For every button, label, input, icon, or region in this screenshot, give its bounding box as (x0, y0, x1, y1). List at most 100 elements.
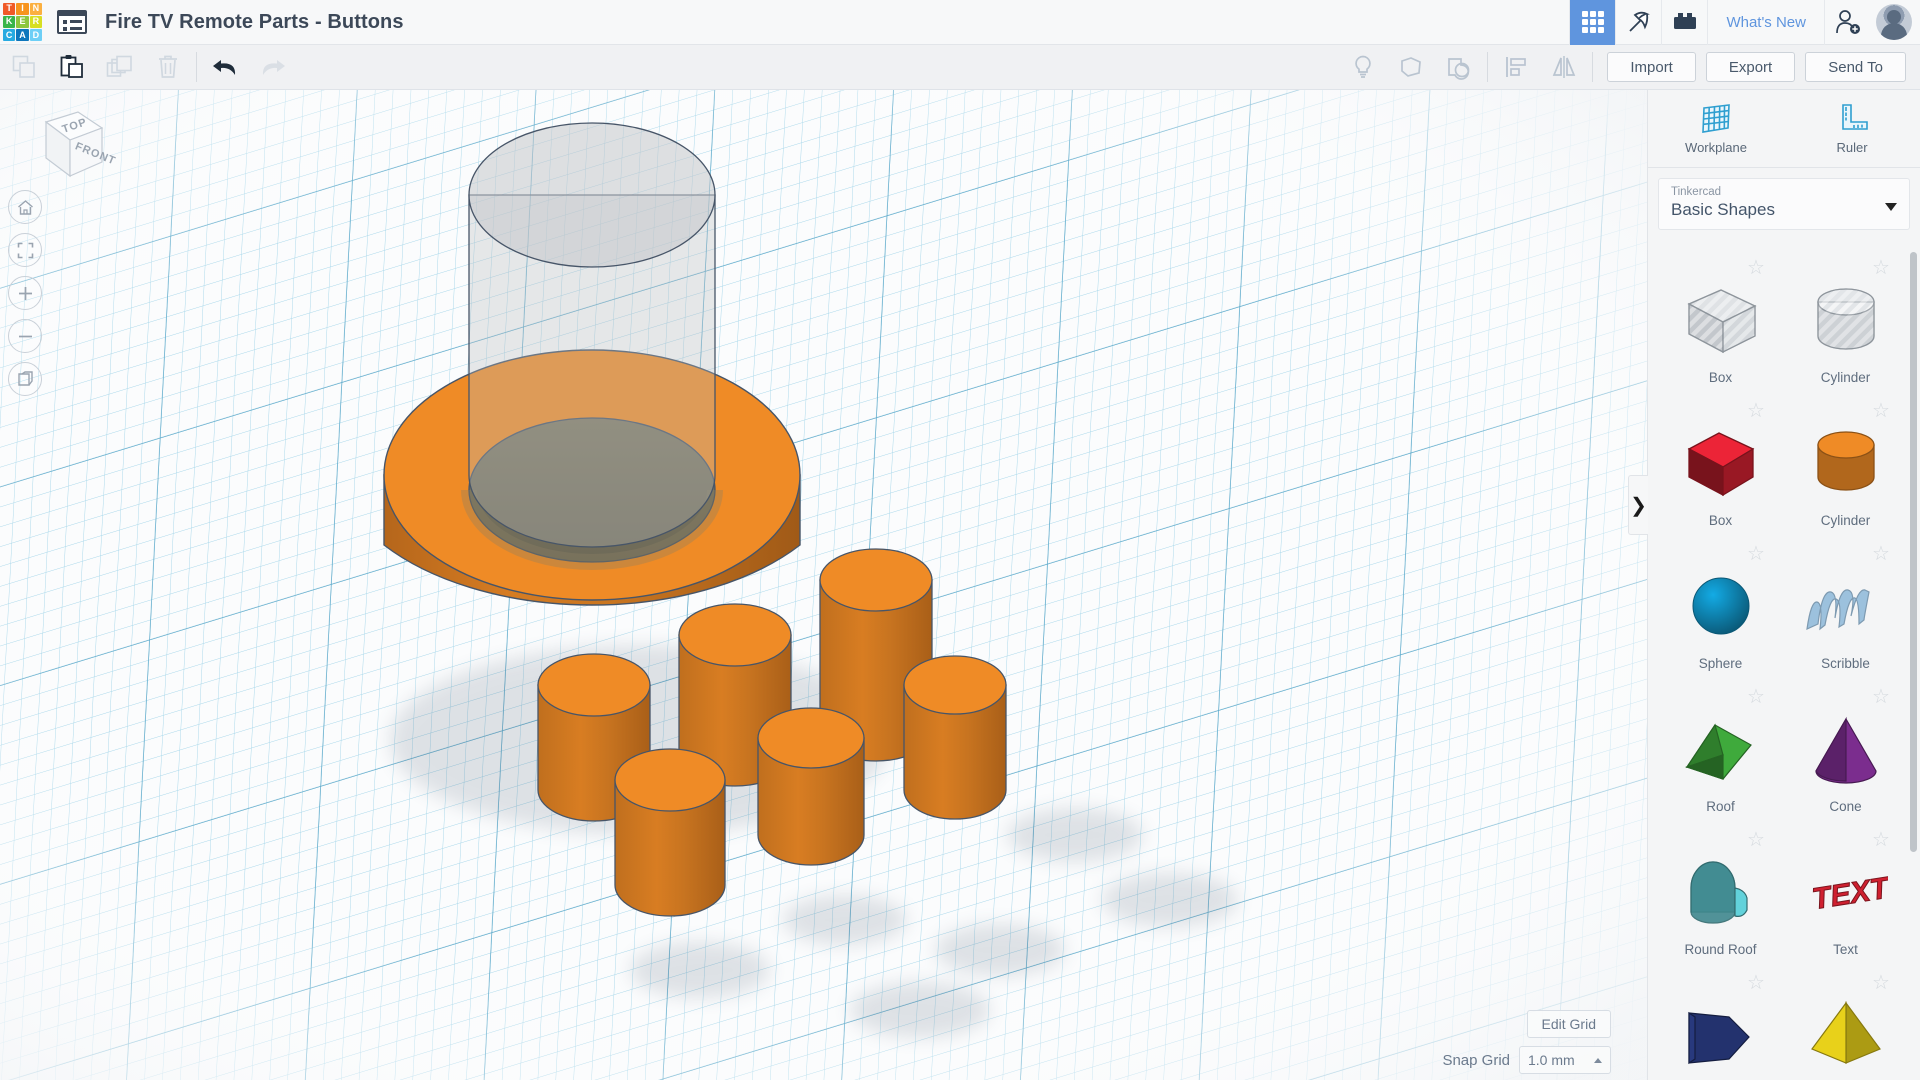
shape-item-pyramid-11[interactable]: ☆ Pyramid (1783, 965, 1908, 1080)
favorite-star-icon[interactable]: ☆ (1747, 830, 1767, 850)
minecraft-button[interactable] (1615, 0, 1661, 45)
shape-item-hole-cylinder-1[interactable]: ☆ Cylinder (1783, 250, 1908, 393)
snap-grid-control: Snap Grid 1.0 mm (1442, 1046, 1611, 1074)
align-icon (1506, 57, 1527, 77)
fit-to-view-icon (17, 242, 33, 258)
sphere-icon (1679, 560, 1763, 652)
shape-library-select[interactable]: Tinkercad Basic Shapes (1658, 178, 1910, 230)
tinkercad-logo[interactable]: TINKERCAD (0, 0, 45, 45)
edit-toolbar: Import Export Send To (0, 45, 1920, 90)
group-button[interactable] (1387, 45, 1435, 89)
add-user-icon (1835, 10, 1860, 34)
align-button[interactable] (1492, 45, 1540, 89)
favorite-star-icon[interactable]: ☆ (1747, 258, 1767, 278)
shape-label: Cylinder (1820, 370, 1871, 385)
favorite-star-icon[interactable]: ☆ (1872, 401, 1892, 421)
shape-item-sphere-4[interactable]: ☆ Sphere (1658, 536, 1783, 679)
shape-item-wedge-10[interactable]: ☆ Wedge (1658, 965, 1783, 1080)
shape-label: Box (1708, 513, 1733, 528)
ruler-icon (1842, 104, 1868, 130)
logo-tile-t-0: T (3, 2, 16, 15)
caret-up-icon (1594, 1057, 1602, 1063)
panel-collapse-toggle[interactable]: ❯ (1628, 475, 1648, 535)
favorite-star-icon[interactable]: ☆ (1872, 544, 1892, 564)
favorite-star-icon[interactable]: ☆ (1747, 687, 1767, 707)
light-button[interactable] (1339, 45, 1387, 89)
home-icon (17, 199, 33, 215)
copy-icon (12, 55, 35, 78)
shape-list[interactable]: ☆ Box ☆ Cylinder ☆ Box ☆ Cylinder ☆ Sphere ☆ … (1648, 244, 1920, 1080)
send-to-button[interactable]: Send To (1805, 52, 1906, 82)
page-title: Fire TV Remote Parts - Buttons (105, 10, 404, 33)
copy-button[interactable] (0, 45, 48, 89)
duplicate-button[interactable] (96, 45, 144, 89)
grid-view-button[interactable] (1569, 0, 1616, 45)
snap-grid-select[interactable]: 1.0 mm (1519, 1046, 1611, 1074)
favorite-star-icon[interactable]: ☆ (1872, 973, 1892, 993)
shape-label: Cone (1829, 799, 1862, 814)
favorite-star-icon[interactable]: ☆ (1747, 973, 1767, 993)
favorite-star-icon[interactable]: ☆ (1872, 258, 1892, 278)
workplane-tool[interactable]: Workplane (1648, 90, 1784, 167)
mirror-button[interactable] (1540, 45, 1588, 89)
shape-item-box-2[interactable]: ☆ Box (1658, 393, 1783, 536)
shape-item-text-shape-9[interactable]: ☆ TEXT Text (1783, 822, 1908, 965)
favorite-star-icon[interactable]: ☆ (1872, 687, 1892, 707)
shape-label: Box (1708, 370, 1733, 385)
import-button[interactable]: Import (1607, 52, 1696, 82)
button-cylinder-6[interactable] (614, 748, 726, 917)
user-avatar[interactable] (1876, 4, 1912, 40)
view-mode-button[interactable] (8, 362, 42, 396)
shape-label: Scribble (1821, 656, 1870, 671)
shape-label: Sphere (1698, 656, 1743, 671)
home-view-button[interactable] (8, 190, 42, 224)
button-cylinder-5[interactable] (903, 655, 1007, 820)
logo-tile-e-4: E (16, 15, 29, 29)
workplane-label: Workplane (1685, 140, 1747, 155)
shape-item-cone-7[interactable]: ☆ Cone (1783, 679, 1908, 822)
workplane-icon (1702, 104, 1730, 133)
library-name: Basic Shapes (1671, 200, 1775, 219)
view-cube[interactable]: TOP FRONT (18, 100, 118, 190)
project-list-icon[interactable] (57, 10, 87, 34)
favorite-star-icon[interactable]: ☆ (1747, 401, 1767, 421)
scribble-icon (1804, 560, 1888, 652)
hole-cylinder[interactable] (468, 122, 716, 548)
shape-label: Roof (1706, 799, 1735, 814)
zoom-in-button[interactable] (8, 276, 42, 310)
favorite-star-icon[interactable]: ☆ (1747, 544, 1767, 564)
export-button[interactable]: Export (1705, 52, 1796, 82)
minus-icon (18, 335, 32, 337)
toolbar-divider-2 (1487, 52, 1489, 82)
cone-icon (1804, 703, 1888, 795)
ungroup-button[interactable] (1435, 45, 1483, 89)
fit-view-button[interactable] (8, 233, 42, 267)
shape-item-cylinder-3[interactable]: ☆ Cylinder (1783, 393, 1908, 536)
hole-cylinder-icon (1804, 274, 1888, 366)
undo-button[interactable] (201, 45, 249, 89)
whats-new-link[interactable]: What's New (1707, 0, 1824, 45)
shapes-scrollbar[interactable] (1910, 252, 1917, 852)
blocks-button[interactable] (1661, 0, 1707, 45)
logo-tile-k-3: K (3, 15, 16, 29)
3d-viewport[interactable]: TOP FRONT Edit Grid Snap Grid 1.0 mm (0, 90, 1647, 1080)
favorite-star-icon[interactable]: ☆ (1872, 830, 1892, 850)
ruler-tool[interactable]: Ruler (1784, 90, 1920, 167)
delete-button[interactable] (144, 45, 192, 89)
edit-grid-button[interactable]: Edit Grid (1526, 1010, 1611, 1038)
shape-label: Text (1833, 942, 1858, 957)
invite-people-button[interactable] (1824, 0, 1870, 45)
shape-item-round-roof-8[interactable]: ☆ Round Roof (1658, 822, 1783, 965)
button-cylinder-4[interactable] (757, 707, 865, 866)
shape-item-hole-box-0[interactable]: ☆ Box (1658, 250, 1783, 393)
shape-label: Round Roof (1684, 942, 1757, 957)
zoom-out-button[interactable] (8, 319, 42, 353)
shape-item-scribble-5[interactable]: ☆ Scribble (1783, 536, 1908, 679)
shape-item-roof-6[interactable]: ☆ Roof (1658, 679, 1783, 822)
paste-button[interactable] (48, 45, 96, 89)
duplicate-icon (106, 55, 132, 77)
panel-tools: Workplane Ruler (1648, 90, 1920, 168)
undo-arrow-icon (213, 60, 236, 75)
redo-button[interactable] (249, 45, 297, 89)
ruler-label: Ruler (1836, 140, 1868, 155)
